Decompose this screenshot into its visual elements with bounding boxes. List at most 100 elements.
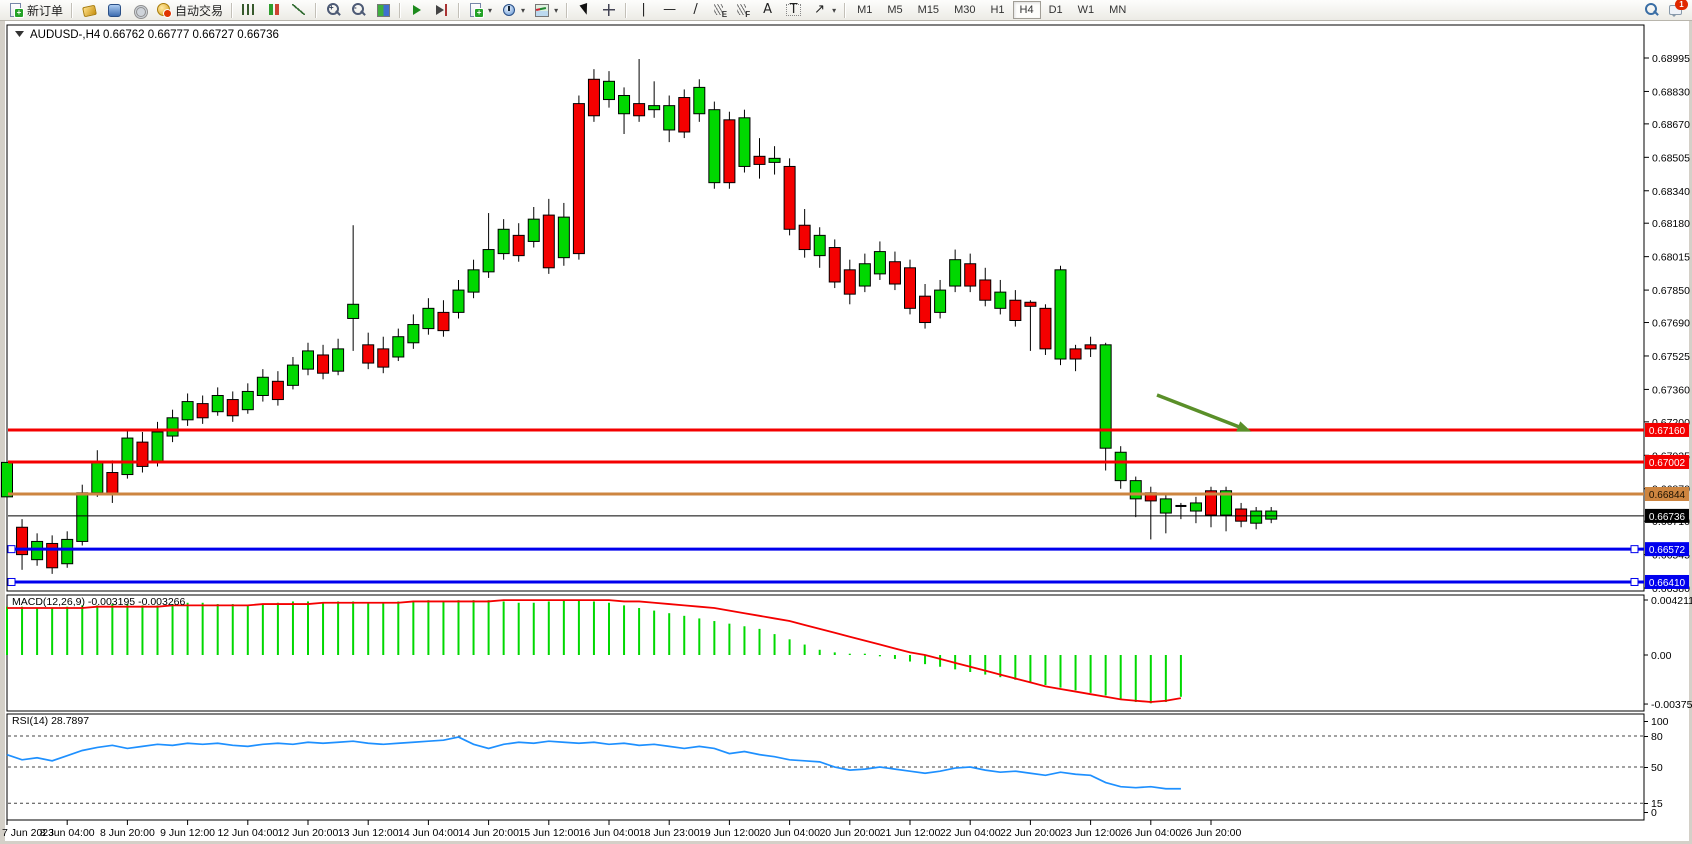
candlestick-chart-icon [266, 2, 282, 18]
chart-title-ohlc: 0.66762 0.66777 0.66727 0.66736 [103, 29, 279, 41]
profile-button[interactable] [102, 0, 126, 20]
price-tick-label: 0.68015 [1652, 252, 1690, 264]
indicators-dropdown-icon[interactable]: ▾ [488, 6, 492, 15]
hline-price-label: 0.66410 [1649, 578, 1686, 589]
zoom-in-button[interactable]: + [321, 0, 345, 20]
indicators-button[interactable]: ▾ [464, 0, 496, 20]
crosshair-button[interactable] [597, 0, 621, 20]
time-tick-label: 9 Jun 12:00 [160, 827, 215, 839]
time-tick-label: 13 Jun 12:00 [338, 827, 399, 839]
auto-trading-button[interactable]: 自动交易 [152, 0, 227, 20]
rsi-tick-label: 50 [1651, 762, 1663, 774]
equidistant-channel-button[interactable]: E [709, 0, 731, 20]
line-handle-left[interactable] [8, 578, 15, 585]
new-order-icon [8, 2, 24, 18]
tile-windows-button[interactable] [371, 0, 395, 20]
time-tick-label: 15 Jun 12:00 [518, 827, 579, 839]
macd-tick-label: -0.003755 [1651, 699, 1692, 711]
timeframe-m15[interactable]: M15 [911, 1, 946, 19]
signals-button[interactable] [127, 0, 151, 20]
zoom-out-button[interactable]: - [346, 0, 370, 20]
time-tick-label: 14 Jun 20:00 [458, 827, 519, 839]
hline-price-label: 0.67160 [1649, 426, 1686, 437]
line-handle-left[interactable] [8, 546, 15, 553]
time-tick-label: 8 Jun 20:00 [100, 827, 155, 839]
rsi-tick-label: 0 [1651, 807, 1657, 819]
price-tick-label: 0.68670 [1652, 119, 1690, 131]
text-label-button[interactable]: T [781, 0, 806, 20]
line-chart-button[interactable] [287, 0, 311, 20]
time-tick-label: 14 Jun 04:00 [398, 827, 459, 839]
templates-dropdown-icon[interactable]: ▾ [554, 6, 558, 15]
price-tick-label: 0.67690 [1652, 318, 1690, 330]
text-button[interactable]: A [755, 0, 780, 20]
time-tick-label: 8 Jun 04:00 [40, 827, 95, 839]
price-tick-label: 0.68340 [1652, 186, 1690, 198]
time-tick-label: 21 Jun 12:00 [880, 827, 941, 839]
timeframe-mn[interactable]: MN [1102, 1, 1133, 19]
price-tick-label: 0.68995 [1652, 53, 1690, 65]
templates-button[interactable]: ▾ [530, 0, 562, 20]
chart-shift-icon [434, 2, 450, 18]
hline-price-label: 0.67002 [1649, 458, 1686, 469]
arrows-button[interactable]: ↗▾ [807, 0, 840, 20]
candlestick-chart-button[interactable] [262, 0, 286, 20]
vertical-line-icon: | [635, 2, 652, 18]
zoom-out-icon: - [350, 2, 366, 18]
price-tick-label: 0.68180 [1652, 218, 1690, 230]
notifications-button[interactable]: 1 [1664, 0, 1688, 20]
notifications-icon: 1 [1668, 2, 1684, 18]
time-tick-label: 18 Jun 23:00 [639, 827, 700, 839]
macd-tick-label: 0.00 [1651, 650, 1672, 662]
timeframe-h1[interactable]: H1 [983, 1, 1011, 19]
cursor-icon [576, 2, 592, 18]
price-tick-label: 0.67850 [1652, 285, 1690, 297]
crosshair-icon [601, 2, 617, 18]
new-order-label: 新订单 [27, 2, 63, 19]
toolbar-separator [566, 3, 568, 18]
time-tick-label: 12 Jun 04:00 [217, 827, 278, 839]
toolbar-separator [399, 3, 401, 18]
styler-button[interactable] [77, 0, 101, 20]
main-toolbar: 新订单 自动交易 +- ▾ ▾ ▾ | — / EFAT↗▾ M1M5M15M30H1H4D1W1M… [0, 0, 1692, 21]
notification-count-badge: 1 [1675, 0, 1688, 10]
line-handle-right[interactable] [1631, 546, 1638, 553]
rsi-tick-label: 80 [1651, 731, 1663, 743]
time-tick-label: 23 Jun 12:00 [1060, 827, 1121, 839]
fibonacci-button[interactable]: F [732, 0, 754, 20]
arrows-dropdown-icon[interactable]: ▾ [832, 6, 836, 15]
toolbar-separator [458, 3, 460, 18]
time-tick-label: 22 Jun 20:00 [1000, 827, 1061, 839]
equidistant-channel-icon: E [713, 2, 727, 18]
vertical-line-button[interactable]: | [631, 0, 656, 20]
bar-chart-button[interactable] [237, 0, 261, 20]
signals-icon [131, 2, 147, 18]
cursor-button[interactable] [572, 0, 596, 20]
hline-price-label: 0.66844 [1649, 490, 1686, 501]
timeframe-m1[interactable]: M1 [850, 1, 879, 19]
search-button[interactable] [1639, 0, 1663, 20]
auto-scroll-button[interactable] [405, 0, 429, 20]
time-tick-label: 20 Jun 20:00 [819, 827, 880, 839]
periods-button[interactable]: ▾ [497, 0, 529, 20]
toolbar-separator [315, 3, 317, 18]
toolbar-separator [844, 3, 846, 18]
auto-trading-icon [156, 2, 172, 18]
timeframe-m5[interactable]: M5 [880, 1, 909, 19]
timeframe-w1[interactable]: W1 [1071, 1, 1102, 19]
trendline-button[interactable]: / [683, 0, 708, 20]
periods-dropdown-icon[interactable]: ▾ [521, 6, 525, 15]
time-tick-label: 19 Jun 12:00 [699, 827, 760, 839]
timeframe-h4[interactable]: H4 [1013, 1, 1041, 19]
chart-title: AUDUSD-,H40.66762 0.66777 0.66727 0.6673… [15, 29, 279, 41]
chart-shift-button[interactable] [430, 0, 454, 20]
chart-canvas: 0.689950.688300.686700.685050.683400.681… [0, 0, 1692, 844]
toolbar-separator [625, 3, 627, 18]
timeframe-m30[interactable]: M30 [947, 1, 982, 19]
line-handle-right[interactable] [1631, 578, 1638, 585]
trendline-icon: / [687, 2, 704, 18]
line-chart-icon [291, 2, 307, 18]
new-order-button[interactable]: 新订单 [4, 0, 67, 20]
timeframe-d1[interactable]: D1 [1042, 1, 1070, 19]
horizontal-line-button[interactable]: — [657, 0, 682, 20]
